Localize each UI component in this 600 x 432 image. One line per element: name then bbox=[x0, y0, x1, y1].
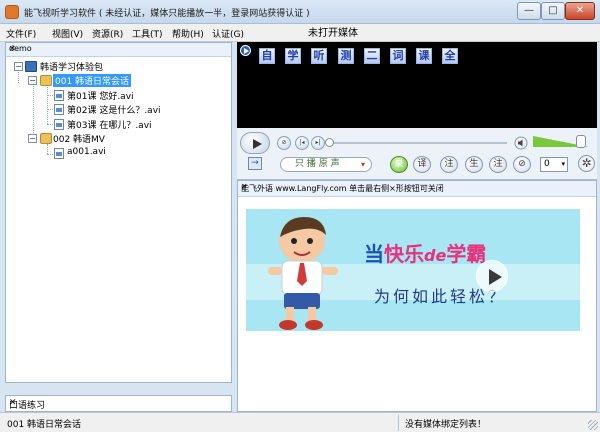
subtitle-char[interactable]: 自 bbox=[259, 48, 275, 64]
window-title: 能飞视听学习软件 ( 未经认证，媒体只能播放一半，登录网站获得认证 ) bbox=[24, 9, 310, 19]
practice-close-icon[interactable]: ✕ bbox=[9, 398, 228, 408]
disable-button[interactable]: ⊘ bbox=[513, 156, 531, 173]
tree-toggle-root[interactable]: − bbox=[14, 62, 23, 71]
app-icon bbox=[5, 5, 19, 19]
tree-toggle-folder2[interactable]: − bbox=[28, 134, 37, 143]
tree-pane-close-icon[interactable]: ✕ bbox=[9, 44, 228, 53]
subtitle-char[interactable]: 听 bbox=[311, 48, 327, 64]
playback-mode-select[interactable]: 只 播 原 声 ▾ bbox=[280, 157, 372, 172]
go-arrow-button[interactable]: → bbox=[248, 157, 262, 170]
menu-auth[interactable]: 认证(G) bbox=[212, 27, 244, 40]
menu-view[interactable]: 视图(V) bbox=[52, 27, 83, 40]
menu-file[interactable]: 文件(F) bbox=[6, 27, 36, 40]
subtitle-char[interactable]: 测 bbox=[338, 48, 354, 64]
cartoon-boy-image bbox=[268, 217, 338, 330]
tree-line bbox=[47, 154, 53, 155]
tree-item-label: 第02课 这是什么？.avi bbox=[67, 106, 161, 116]
volume-slider-handle[interactable] bbox=[576, 135, 586, 148]
resize-grip-icon[interactable] bbox=[588, 420, 598, 430]
speaking-practice-pane[interactable]: 口语练习 ✕ bbox=[5, 395, 232, 412]
video-file-icon bbox=[54, 119, 64, 130]
subtitle-char[interactable]: 课 bbox=[416, 48, 432, 64]
status-divider bbox=[398, 415, 399, 431]
folder-icon bbox=[40, 75, 52, 86]
play-button[interactable] bbox=[240, 132, 270, 154]
subtitle-char[interactable]: 二 bbox=[364, 48, 380, 64]
previous-button[interactable]: |◂ bbox=[295, 136, 309, 150]
playback-mode-value: 只 播 原 声 bbox=[295, 159, 340, 169]
subtitle-char[interactable]: 学 bbox=[285, 48, 301, 64]
tree-toggle-folder1[interactable]: − bbox=[28, 76, 37, 85]
chevron-down-icon: ▾ bbox=[561, 160, 565, 168]
new-words-button[interactable]: 生 bbox=[465, 156, 483, 173]
status-current-item: 001 韩语日常会话 bbox=[7, 420, 82, 430]
record-button[interactable]: 录 bbox=[390, 156, 408, 173]
tree-item-label: 第01课 您好.avi bbox=[67, 92, 134, 102]
slogan-part: 学霸 bbox=[446, 242, 487, 266]
resource-tree-pane: demo ✕ − 韩语学习体验包 − 001 韩语日常会话 第01课 您好.av… bbox=[5, 42, 232, 383]
tree-item-label: 韩语学习体验包 bbox=[40, 63, 104, 73]
menu-bar: 文件(F) 视图(V) 资源(R) 工具(T) 帮助(H) 认证(G) bbox=[0, 24, 600, 42]
menu-resources[interactable]: 资源(R) bbox=[92, 27, 123, 40]
subtitle-char[interactable]: 词 bbox=[390, 48, 406, 64]
computer-icon bbox=[25, 61, 37, 72]
tree-item-label: 第03课 在哪儿？.avi bbox=[67, 121, 152, 131]
play-overlay-icon[interactable] bbox=[476, 260, 508, 292]
video-file-icon bbox=[54, 148, 64, 159]
player-controls: ⊘ |◂ ▸| → 只 播 原 声 ▾ 录 译 注 生 注 ⊘ 0 ▾ ✲ bbox=[237, 128, 597, 180]
banner-slogan: 当快乐de学霸 bbox=[364, 238, 486, 267]
title-bar: 能飞视听学习软件 ( 未经认证，媒体只能播放一半，登录网站获得认证 ) — □ … bbox=[0, 0, 600, 24]
stop-button[interactable]: ⊘ bbox=[277, 136, 291, 150]
play-logo-icon bbox=[240, 45, 251, 56]
number-select-value: 0 bbox=[544, 159, 550, 169]
gear-icon[interactable]: ✲ bbox=[578, 155, 595, 172]
web-panel: 能飞外语 www.LangFly.com 单击最右侧×形按钮可关闭 ✕ 当快乐d… bbox=[237, 180, 597, 412]
tree-line bbox=[33, 82, 34, 139]
maximize-button[interactable]: □ bbox=[541, 2, 565, 20]
next-button[interactable]: ▸| bbox=[311, 136, 325, 150]
ad-banner[interactable]: 当快乐de学霸 为何如此轻松？ bbox=[246, 209, 580, 331]
progress-slider-handle[interactable] bbox=[325, 138, 334, 147]
slogan-part: 当 bbox=[364, 242, 384, 266]
tree-line bbox=[47, 124, 53, 125]
slogan-part: 快乐 bbox=[384, 242, 424, 266]
chevron-down-icon: ▾ bbox=[360, 160, 365, 169]
tree-line bbox=[47, 144, 48, 154]
media-status: 未打开媒体 bbox=[308, 28, 358, 39]
subtitle-char[interactable]: 全 bbox=[442, 48, 458, 64]
tree-item-label: 002 韩语MV bbox=[53, 135, 105, 145]
status-message: 没有媒体绑定列表！ bbox=[405, 420, 487, 430]
tree-item-label: a001.avi bbox=[67, 147, 106, 157]
tree-line bbox=[47, 109, 53, 110]
speaker-icon[interactable] bbox=[514, 136, 528, 150]
number-select[interactable]: 0 ▾ bbox=[540, 157, 568, 172]
annotate-button[interactable]: 注 bbox=[440, 156, 458, 173]
tree-pane-header: demo ✕ bbox=[6, 43, 231, 57]
tree-item-label: 001 韩语日常会话 bbox=[53, 74, 132, 87]
tree-line bbox=[18, 70, 19, 83]
translate-button[interactable]: 译 bbox=[413, 156, 431, 173]
menu-help[interactable]: 帮助(H) bbox=[172, 27, 204, 40]
video-file-icon bbox=[54, 104, 64, 115]
tree-line bbox=[47, 95, 53, 96]
close-button[interactable]: ✕ bbox=[565, 2, 595, 20]
slogan-part: de bbox=[424, 246, 447, 265]
tree-line bbox=[47, 84, 48, 124]
menu-tools[interactable]: 工具(T) bbox=[132, 27, 163, 40]
progress-track[interactable] bbox=[329, 142, 507, 144]
video-file-icon bbox=[54, 90, 64, 101]
minimize-button[interactable]: — bbox=[517, 2, 541, 20]
folder-icon bbox=[40, 133, 52, 144]
status-bar: 001 韩语日常会话 没有媒体绑定列表！ bbox=[0, 412, 600, 432]
web-panel-close-icon[interactable]: ✕ bbox=[241, 182, 592, 191]
video-display[interactable]: 自 学 听 测 二 词 课 全 bbox=[237, 42, 597, 128]
notes-button[interactable]: 注 bbox=[489, 156, 507, 173]
web-panel-header: 能飞外语 www.LangFly.com 单击最右侧×形按钮可关闭 ✕ bbox=[238, 181, 596, 197]
